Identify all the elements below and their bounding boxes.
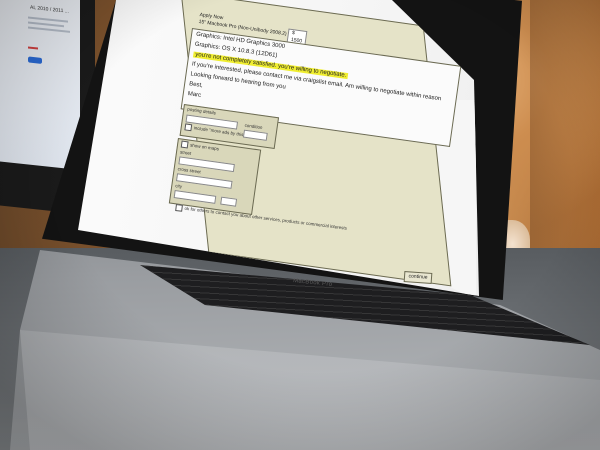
location-box: show on maps street cross street city [168,138,262,216]
continue-button[interactable]: continue [403,271,433,284]
zip-input[interactable] [220,196,238,207]
background-monitor-screen: AL 2010 / 2011 ... [0,0,80,170]
show-on-maps-label: show on maps [189,142,220,152]
include-more-ads-checkbox[interactable] [184,123,193,132]
city-label: city [175,183,183,190]
condition-label: condition [244,122,263,131]
contact-consent-checkbox[interactable] [175,204,183,212]
cross-street-input[interactable] [175,173,233,189]
street-label: street [179,149,192,156]
background-monitor-title: AL 2010 / 2011 ... [30,4,69,15]
photo-scene: AL 2010 / 2011 ... Apply Now 15" Macbook… [0,0,600,450]
text-line [28,26,70,33]
link [28,46,38,50]
show-on-maps-checkbox[interactable] [180,140,189,149]
city-input[interactable] [173,190,217,204]
button-shape [28,56,42,64]
